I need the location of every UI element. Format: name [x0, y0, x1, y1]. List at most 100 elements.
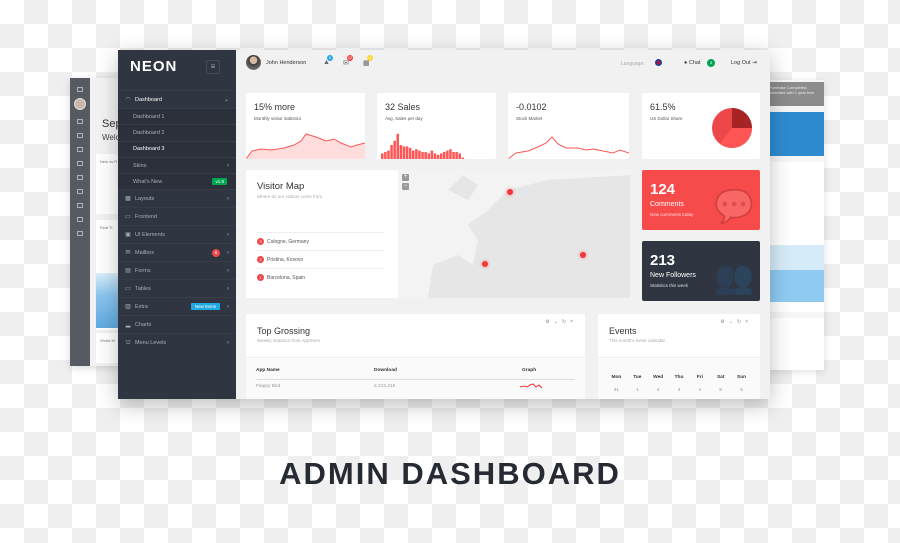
chat-button[interactable]: ● Chat	[684, 60, 700, 66]
sidebar-item-extra[interactable]: ▥ Extra New Items ›	[118, 297, 236, 315]
sales-bar	[402, 146, 406, 159]
map-marker-cologne[interactable]	[507, 189, 513, 195]
map-marker-pristina[interactable]	[580, 252, 586, 258]
sidebar-item-label: Dashboard 2	[133, 129, 165, 136]
calendar-week: 31 1 2 3 4 5 6	[613, 388, 743, 393]
tile-value: 15% more	[254, 102, 296, 112]
sidebar-item-label: Extra	[135, 303, 148, 310]
stock-stat-tile: -0.0102 Stock Market	[508, 93, 629, 159]
refresh-icon[interactable]: ↻	[737, 319, 745, 325]
sidebar-item-charts[interactable]: ▂ Charts	[118, 315, 236, 333]
sales-bar	[405, 146, 409, 159]
uk-flag-icon[interactable]	[655, 59, 662, 66]
sidebar-item-skins[interactable]: Skins ›	[118, 156, 236, 174]
area-chart-light	[768, 245, 824, 270]
panel-title: Events	[609, 326, 637, 336]
chevron-down-icon[interactable]: ⌄	[554, 319, 562, 325]
sales-bar	[412, 150, 415, 159]
user-avatar[interactable]	[246, 55, 261, 70]
sales-bar	[436, 154, 440, 159]
tasks-icon[interactable]: ▦ 1	[363, 55, 373, 67]
zoom-in-button[interactable]: +	[402, 174, 409, 181]
chevron-right-icon: ›	[227, 249, 229, 256]
area-chart-dark	[768, 270, 824, 302]
sidebar-item-label: Charts	[135, 321, 152, 328]
table-row[interactable]: Flappy Bird 2,215,215	[256, 381, 575, 393]
user-name[interactable]: John Henderson	[266, 60, 306, 66]
stock-sparkline	[508, 136, 629, 159]
extra-icon: ▥	[125, 304, 131, 311]
sales-bar	[455, 152, 458, 159]
row-sparkline	[520, 383, 542, 389]
panel-subtitle: This month's event calendar	[609, 338, 666, 343]
sales-bar	[396, 133, 399, 159]
sidebar-item-dashboard-3[interactable]: Dashboard 3	[118, 140, 236, 157]
sidebar-item-frontend[interactable]: ▭ Frontend	[118, 207, 236, 225]
gear-icon[interactable]: ⚙	[720, 319, 728, 325]
sales-bar	[390, 145, 393, 159]
sidebar-nav: ◠ Dashboard ⌄ Dashboard 1 Dashboard 2 Dashboa…	[118, 90, 236, 351]
sales-bar	[452, 152, 455, 159]
logo: NEON	[130, 58, 178, 75]
sidebar-item-label: Mailbox	[135, 249, 154, 256]
sidebar-item-dashboard-1[interactable]: Dashboard 1	[118, 108, 236, 125]
sidebar-item-label: Forms	[135, 267, 151, 274]
sales-bar	[408, 147, 412, 159]
gauge-icon: ◠	[125, 97, 131, 103]
background-dashboard-right: Purchase Completed, extended with 1 year…	[766, 80, 824, 370]
sales-bar	[387, 150, 390, 159]
logout-icon: ⇥	[752, 60, 757, 66]
sales-bar	[381, 153, 384, 159]
stat-title: New Followers	[650, 272, 696, 279]
back-panel-2	[768, 318, 824, 370]
sidebar-item-forms[interactable]: ▤ Forms ›	[118, 261, 236, 279]
layout-icon	[77, 133, 83, 138]
stat-title: Comments	[650, 201, 684, 208]
close-icon[interactable]: ×	[570, 319, 577, 325]
gear-icon[interactable]: ⚙	[545, 319, 553, 325]
sidebar-item-label: Tables	[135, 285, 151, 292]
monitor-icon: ▭	[125, 214, 131, 221]
sales-bar-sparkline	[381, 133, 465, 159]
mail-icon: ✉	[125, 250, 131, 257]
charts-icon: ▂	[125, 322, 131, 329]
sidebar-item-layouts[interactable]: ▦ Layouts ›	[118, 189, 236, 207]
zoom-out-button[interactable]: −	[402, 183, 409, 190]
chevron-down-icon: ⌄	[223, 97, 229, 103]
sidebar: NEON ≡ ◠ Dashboard ⌄ Dashboard 1 Dashboard 2…	[118, 50, 236, 399]
sidebar-item-label: Skins	[133, 162, 147, 169]
sidebar-item-mailbox[interactable]: ✉ Mailbox 8 ›	[118, 243, 236, 261]
charts-icon	[77, 231, 83, 236]
sales-bar	[427, 153, 430, 159]
stat-subtitle: New comments today	[650, 212, 694, 217]
users-icon: 👥	[714, 259, 754, 295]
tile-value: 61.5%	[650, 102, 676, 112]
refresh-icon[interactable]: ↻	[562, 319, 570, 325]
dashboard-window: NEON ≡ ◠ Dashboard ⌄ Dashboard 1 Dashboard 2…	[118, 50, 770, 399]
visitor-sparkline	[246, 133, 365, 159]
close-icon[interactable]: ×	[745, 319, 752, 325]
dollar-share-pie	[712, 108, 752, 148]
sidebar-item-dashboard[interactable]: ◠ Dashboard ⌄	[118, 90, 236, 108]
menu-toggle-button[interactable]: ≡	[206, 60, 220, 74]
map-marker-barcelona[interactable]	[482, 261, 488, 267]
mail-icon[interactable]: ✉ 12	[343, 55, 353, 67]
sales-bar	[443, 152, 446, 159]
sidebar-item-ui-elements[interactable]: ▣ UI Elements ›	[118, 225, 236, 243]
ui-icon: ▣	[125, 232, 131, 239]
logout-button[interactable]: Log Out ⇥	[731, 60, 757, 66]
sales-bar	[393, 140, 396, 159]
alert-icon[interactable]: ▲ 6	[323, 55, 333, 66]
chevron-down-icon[interactable]: ⌄	[729, 319, 737, 325]
europe-map[interactable]: + −	[398, 170, 630, 298]
visitor-locations-list: 3 Cologne, Germany 2 Pristina, Kosovo 1 Bar…	[257, 232, 384, 286]
tile-label: US Dollar Share	[650, 116, 683, 121]
extra-icon	[77, 217, 83, 222]
sidebar-item-menu-levels[interactable]: ⛫ Menu Levels ›	[118, 333, 236, 351]
sidebar-item-what-s-new[interactable]: What's New v1.8	[118, 173, 236, 190]
sidebar-item-dashboard-2[interactable]: Dashboard 2	[118, 124, 236, 141]
panel-subtitle: Weekly statistics from AppStore	[257, 338, 321, 343]
comments-icon: 💬	[714, 188, 754, 224]
sidebar-item-tables[interactable]: ▭ Tables ›	[118, 279, 236, 297]
stat-value: 124	[650, 181, 676, 198]
